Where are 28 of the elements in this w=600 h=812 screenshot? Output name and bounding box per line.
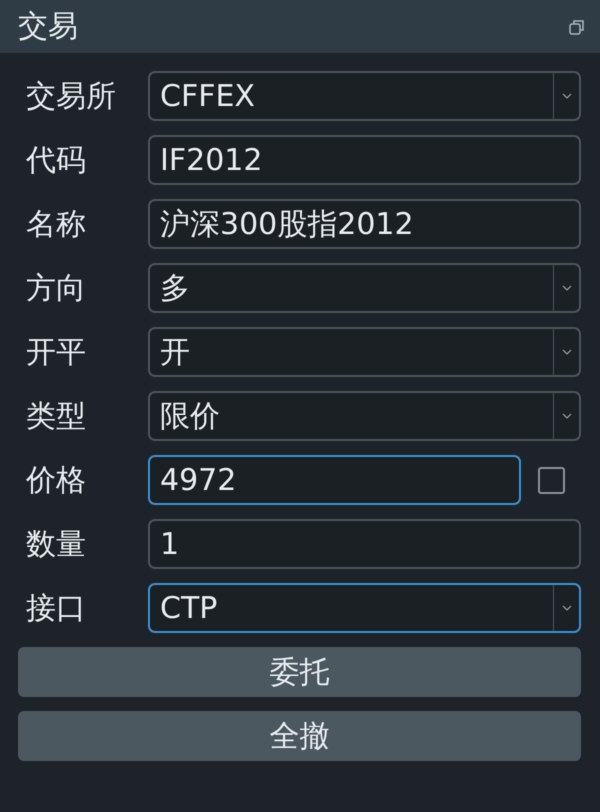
action-button[interactable]: 委托 <box>18 647 581 697</box>
field-label: 名称 <box>25 206 87 244</box>
field-label: 方向 <box>25 270 87 308</box>
chevron-down-icon <box>562 413 572 419</box>
dropdown-field[interactable]: CTP <box>148 583 581 633</box>
dropdown-field[interactable]: 多 <box>148 263 581 313</box>
field-label: 交易所 <box>25 78 117 116</box>
dropdown-field[interactable]: 限价 <box>148 391 581 441</box>
field-label: 数量 <box>25 526 87 564</box>
input-field[interactable]: IF2012 <box>148 135 581 185</box>
field-label: 代码 <box>25 142 87 180</box>
chevron-down-icon <box>562 93 572 99</box>
window-title: 交易 <box>18 8 78 46</box>
dropdown-field[interactable]: CFFEX <box>148 71 581 121</box>
input-field[interactable]: 沪深300股指2012 <box>148 199 581 249</box>
input-field[interactable]: 4972 <box>148 455 521 505</box>
restore-icon[interactable] <box>568 18 586 36</box>
dropdown-field[interactable]: 开 <box>148 327 581 377</box>
input-field[interactable]: 1 <box>148 519 581 569</box>
action-button[interactable]: 全撤 <box>18 711 581 761</box>
field-label: 价格 <box>25 462 87 500</box>
field-label: 类型 <box>25 398 87 436</box>
field-label: 开平 <box>25 334 87 372</box>
field-label: 接口 <box>25 590 87 628</box>
chevron-down-icon <box>562 605 572 611</box>
chevron-down-icon <box>562 349 572 355</box>
checkbox[interactable] <box>538 466 564 494</box>
chevron-down-icon <box>562 285 572 291</box>
